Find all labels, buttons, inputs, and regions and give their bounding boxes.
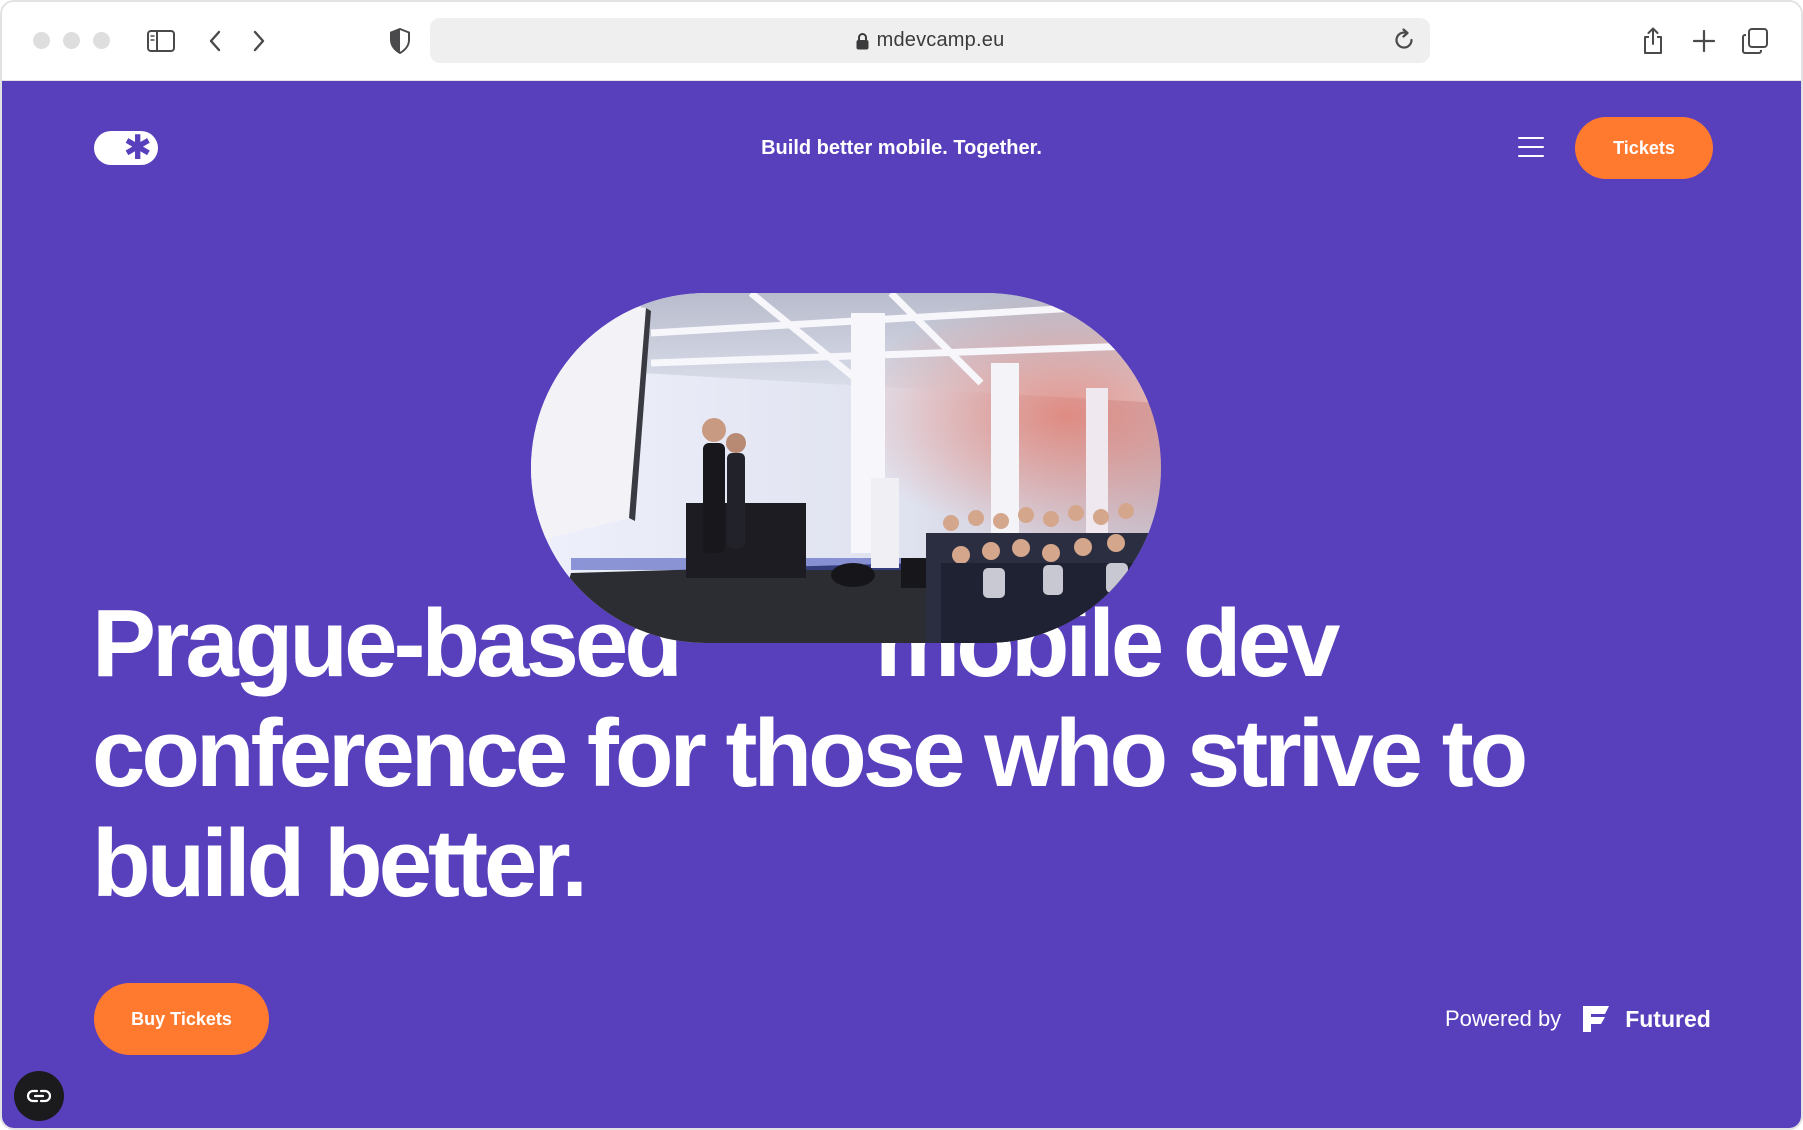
new-tab-icon[interactable]	[1687, 24, 1721, 58]
shield-icon[interactable]	[383, 24, 417, 58]
browser-window: mdevcamp.eu ✱ Build better mobile. Toget…	[0, 0, 1803, 1130]
browser-toolbar: mdevcamp.eu	[2, 2, 1801, 81]
page-content: ✱ Build better mobile. Together. Tickets	[2, 81, 1801, 1128]
powered-by-label: Powered by	[1445, 1006, 1562, 1031]
url-text: mdevcamp.eu	[876, 29, 1005, 51]
hamburger-menu-icon[interactable]	[1518, 137, 1544, 157]
address-bar[interactable]: mdevcamp.eu	[430, 18, 1430, 63]
close-window-button[interactable]	[33, 32, 50, 49]
headline-line2: conference for those who strive to	[92, 700, 1528, 807]
forward-arrow-icon[interactable]	[242, 24, 276, 58]
tickets-button[interactable]: Tickets	[1575, 117, 1713, 179]
tabs-overview-icon[interactable]	[1738, 24, 1772, 58]
headline-line3: build better.	[92, 810, 588, 917]
futured-logo-icon	[1579, 1002, 1613, 1036]
powered-by-futured-link[interactable]: Powered by Futured	[1445, 1001, 1711, 1037]
maximize-window-button[interactable]	[93, 32, 110, 49]
futured-brand-name: Futured	[1625, 1005, 1711, 1032]
cookie-settings-icon[interactable]	[14, 1071, 64, 1121]
share-icon[interactable]	[1636, 24, 1670, 58]
lock-icon	[856, 32, 869, 50]
conference-photo	[531, 293, 1161, 643]
headline-line1-start: Prague-based	[92, 590, 683, 697]
back-arrow-icon[interactable]	[198, 24, 232, 58]
sidebar-icon[interactable]	[144, 24, 178, 58]
buy-tickets-button[interactable]: Buy Tickets	[94, 983, 269, 1055]
reload-icon[interactable]	[1392, 28, 1416, 57]
minimize-window-button[interactable]	[63, 32, 80, 49]
